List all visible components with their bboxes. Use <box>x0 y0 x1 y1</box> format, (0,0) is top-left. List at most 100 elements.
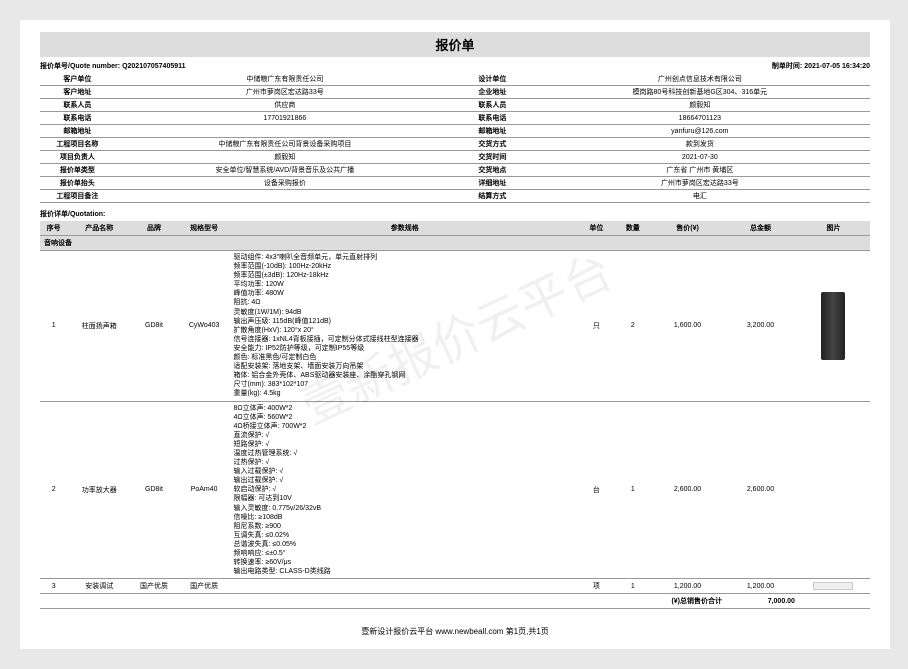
header-label: 邮箱地址 <box>455 125 530 138</box>
header-value: 广州创点信息技术有限公司 <box>530 73 870 86</box>
header-label: 报价单类型 <box>40 164 115 177</box>
page-footer: 壹新设计报价云平台 www.newbeall.com 第1页,共1页 <box>20 626 890 637</box>
cell-img <box>797 579 870 594</box>
header-label: 客户单位 <box>40 73 115 86</box>
header-value <box>115 190 455 203</box>
cell-seq: 1 <box>40 251 67 402</box>
cell-model: PoAm40 <box>177 401 232 579</box>
cell-model: 国产优质 <box>177 579 232 594</box>
product-image <box>813 582 853 590</box>
cell-brand: GD8it <box>131 401 177 579</box>
header-label: 联系电话 <box>455 112 530 125</box>
cell-params: 驱动组件: 4x3"喇叭全音频单元，单元直射排列频率范围(-10dB): 100… <box>232 251 579 402</box>
header-row: 报价单抬头设备采购报价详细地址广州市萝岗区宏达路33号 <box>40 177 870 190</box>
col-params: 参数规格 <box>232 221 579 236</box>
cell-seq: 3 <box>40 579 67 594</box>
header-label: 联系人员 <box>40 99 115 112</box>
header-row: 项目负责人颜毅知交货时间2021-07-30 <box>40 151 870 164</box>
header-table: 客户单位中储粮广东有限责任公司设计单位广州创点信息技术有限公司客户地址广州市萝岗… <box>40 73 870 203</box>
header-label: 工程项目名称 <box>40 138 115 151</box>
header-value: 款到发货 <box>530 138 870 151</box>
header-label: 企业地址 <box>455 86 530 99</box>
product-image <box>821 292 845 360</box>
header-label: 联系人员 <box>455 99 530 112</box>
quotation-page: 壹新报价云平台 报价单 报价单号/Quote number: Q20210705… <box>20 20 890 649</box>
total-value: 7,000.00 <box>724 594 797 609</box>
cell-price: 2,600.00 <box>651 401 724 579</box>
page-title: 报价单 <box>40 32 870 57</box>
header-row: 工程项目备注 结算方式电汇 <box>40 190 870 203</box>
category-row: 音响设备 <box>40 236 870 251</box>
col-qty: 数量 <box>615 221 651 236</box>
quote-number: Q202107057405911 <box>122 63 185 70</box>
header-label: 详细地址 <box>455 177 530 190</box>
header-value: 中储粮广东有限责任公司背景设备采购项目 <box>115 138 455 151</box>
cell-unit: 只 <box>578 251 614 402</box>
col-price: 售价(¥) <box>651 221 724 236</box>
cell-price: 1,200.00 <box>651 579 724 594</box>
col-name: 产品名称 <box>67 221 131 236</box>
cell-name: 功率放大器 <box>67 401 131 579</box>
header-label: 结算方式 <box>455 190 530 203</box>
col-model: 规格型号 <box>177 221 232 236</box>
cell-model: CyWo403 <box>177 251 232 402</box>
col-amount: 总金额 <box>724 221 797 236</box>
cell-img <box>797 401 870 579</box>
created-time: 2021-07-05 16:34:20 <box>804 63 870 70</box>
items-table: 序号 产品名称 品牌 规格型号 参数规格 单位 数量 售价(¥) 总金额 图片 … <box>40 221 870 609</box>
cell-img <box>797 251 870 402</box>
header-row: 工程项目名称中储粮广东有限责任公司背景设备采购项目交货方式款到发货 <box>40 138 870 151</box>
detail-title: 报价详单/Quotation: <box>40 209 870 219</box>
cell-amount: 3,200.00 <box>724 251 797 402</box>
header-label: 联系电话 <box>40 112 115 125</box>
total-row: (¥)总销售价合计7,000.00 <box>40 594 870 609</box>
header-row: 联系人员供应商联系人员颜毅知 <box>40 99 870 112</box>
cell-params: 8Ω立体声: 400W*24Ω立体声: 560W*24Ω桥接立体声: 700W*… <box>232 401 579 579</box>
header-label: 报价单抬头 <box>40 177 115 190</box>
category-label: 音响设备 <box>40 236 870 251</box>
header-value: 电汇 <box>530 190 870 203</box>
header-value: 17701921866 <box>115 112 455 125</box>
item-row: 1柱面扬声箱GD8itCyWo403驱动组件: 4x3"喇叭全音频单元，单元直射… <box>40 251 870 402</box>
cell-price: 1,600.00 <box>651 251 724 402</box>
cell-qty: 2 <box>615 251 651 402</box>
header-row: 邮箱地址邮箱地址yanfuru@126.com <box>40 125 870 138</box>
quote-number-label: 报价单号/Quote number: <box>40 63 120 70</box>
header-value: yanfuru@126.com <box>530 125 870 138</box>
header-label: 邮箱地址 <box>40 125 115 138</box>
header-value: 模岗路80号科技创新基地G区304、316单元 <box>530 86 870 99</box>
header-value: 设备采购报价 <box>115 177 455 190</box>
cell-unit: 台 <box>578 401 614 579</box>
header-label: 项目负责人 <box>40 151 115 164</box>
cell-amount: 1,200.00 <box>724 579 797 594</box>
cell-qty: 1 <box>615 401 651 579</box>
header-row: 客户地址广州市萝岗区宏达路33号企业地址模岗路80号科技创新基地G区304、31… <box>40 86 870 99</box>
header-value: 18664701123 <box>530 112 870 125</box>
cell-qty: 1 <box>615 579 651 594</box>
header-label: 设计单位 <box>455 73 530 86</box>
cell-amount: 2,600.00 <box>724 401 797 579</box>
header-value: 颜毅知 <box>115 151 455 164</box>
header-label: 工程项目备注 <box>40 190 115 203</box>
cell-params <box>232 579 579 594</box>
header-value: 2021-07-30 <box>530 151 870 164</box>
header-value: 广东省 广州市 黄埔区 <box>530 164 870 177</box>
col-seq: 序号 <box>40 221 67 236</box>
col-brand: 品牌 <box>131 221 177 236</box>
header-label: 交货时间 <box>455 151 530 164</box>
header-value: 颜毅知 <box>530 99 870 112</box>
header-label: 客户地址 <box>40 86 115 99</box>
header-value: 供应商 <box>115 99 455 112</box>
cell-seq: 2 <box>40 401 67 579</box>
header-label: 交货方式 <box>455 138 530 151</box>
total-label: (¥)总销售价合计 <box>40 594 724 609</box>
col-img: 图片 <box>797 221 870 236</box>
header-label: 交货地点 <box>455 164 530 177</box>
header-value: 安全单位/智慧系统/AVD/背景音乐及公共广播 <box>115 164 455 177</box>
item-row: 2功率放大器GD8itPoAm408Ω立体声: 400W*24Ω立体声: 560… <box>40 401 870 579</box>
cell-unit: 项 <box>578 579 614 594</box>
header-value: 广州市萝岗区宏达路33号 <box>530 177 870 190</box>
header-row: 客户单位中储粮广东有限责任公司设计单位广州创点信息技术有限公司 <box>40 73 870 86</box>
cell-brand: 国产优质 <box>131 579 177 594</box>
header-row: 联系电话17701921866联系电话18664701123 <box>40 112 870 125</box>
